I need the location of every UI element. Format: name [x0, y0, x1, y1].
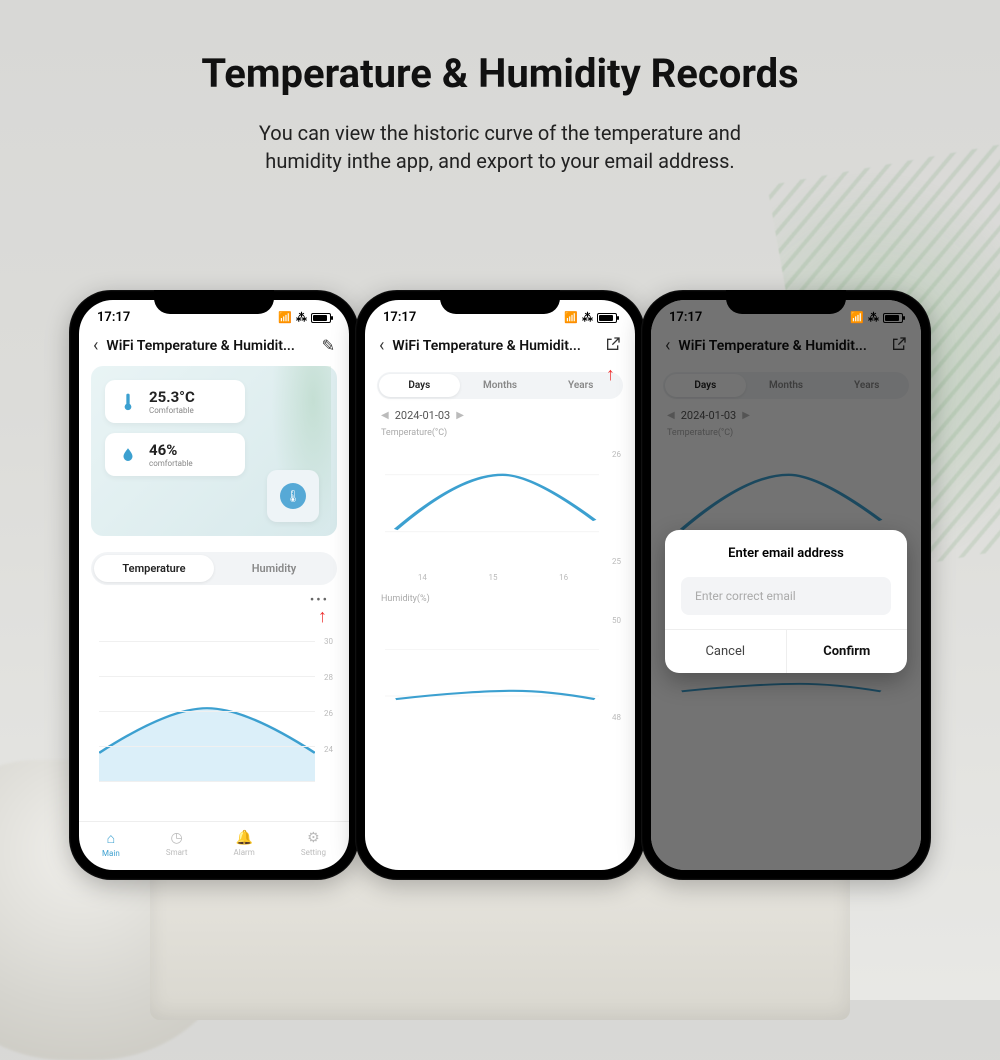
segment-temperature[interactable]: Temperature: [94, 555, 214, 582]
nav-bar: ‹ WiFi Temperature & Humidit...: [365, 329, 635, 366]
callout-arrow-icon: ↑: [318, 606, 327, 627]
segment-years[interactable]: Years: [826, 374, 907, 397]
range-segment: Days Months Years: [377, 372, 623, 399]
confirm-button[interactable]: Confirm: [787, 630, 908, 673]
cancel-button[interactable]: Cancel: [665, 630, 787, 673]
humidity-history-chart[interactable]: 50 48: [377, 610, 623, 740]
tab-smart[interactable]: ◷Smart: [166, 830, 188, 858]
email-export-modal: Enter email address Enter correct email …: [665, 530, 907, 673]
nav-title: WiFi Temperature & Humidit...: [678, 338, 883, 354]
selected-date: 2024-01-03: [681, 409, 737, 422]
humidity-section-label: Humidity(%): [365, 592, 635, 606]
bell-icon: 🔔: [235, 830, 252, 846]
notch: [154, 290, 274, 314]
home-icon: ⌂: [107, 830, 115, 847]
segment-days[interactable]: Days: [665, 374, 746, 397]
range-segment: Days Months Years: [663, 372, 909, 399]
signal-icon: [850, 310, 864, 325]
back-icon[interactable]: ‹: [93, 335, 98, 356]
chevron-left-icon[interactable]: ◀: [381, 410, 389, 421]
chevron-right-icon[interactable]: ▶: [456, 410, 464, 421]
notch: [726, 290, 846, 314]
email-field[interactable]: Enter correct email: [681, 577, 891, 615]
temperature-value: 25.3°C: [149, 388, 195, 406]
segment-months[interactable]: Months: [460, 374, 541, 397]
tab-setting[interactable]: ⚙Setting: [301, 830, 326, 858]
signal-icon: [278, 310, 292, 325]
chart-yticks: 30 28 26 24: [324, 637, 333, 781]
phone-export-modal-screen: 17:17 ‹ WiFi Temperature & Humidit... Da…: [641, 290, 931, 880]
battery-icon: [597, 313, 617, 323]
tab-main[interactable]: ⌂Main: [102, 830, 120, 858]
wifi-icon: [296, 310, 307, 325]
tab-alarm[interactable]: 🔔Alarm: [234, 830, 255, 858]
temperature-section-label: Temperature(°C): [651, 426, 921, 440]
segment-humidity[interactable]: Humidity: [214, 555, 334, 582]
phone-history-screen: 17:17 ‹ WiFi Temperature & Humidit... ↑ …: [355, 290, 645, 880]
status-time: 17:17: [383, 310, 416, 325]
temperature-history-chart[interactable]: 26 25 14 15 16: [377, 444, 623, 584]
signal-icon: [564, 310, 578, 325]
clock-icon: ◷: [171, 830, 183, 846]
chevron-right-icon[interactable]: ▶: [742, 410, 750, 421]
status-time: 17:17: [97, 310, 130, 325]
humidity-value: 46%: [149, 441, 193, 459]
chevron-left-icon[interactable]: ◀: [667, 410, 675, 421]
phone-main-screen: 17:17 ‹ WiFi Temperature & Humidit... ✎ …: [69, 290, 359, 880]
selected-date: 2024-01-03: [395, 409, 451, 422]
export-icon[interactable]: [605, 336, 621, 356]
page-title: Temperature & Humidity Records: [0, 0, 1000, 97]
modal-title: Enter email address: [665, 530, 907, 571]
metric-segment: Temperature Humidity: [91, 552, 337, 585]
device-illustration: 🌡: [267, 470, 319, 522]
temperature-status: Comfortable: [149, 406, 195, 415]
nav-bar: ‹ WiFi Temperature & Humidit...: [651, 329, 921, 366]
nav-title: WiFi Temperature & Humidit...: [106, 338, 313, 354]
gear-icon: ⚙: [307, 830, 320, 846]
temperature-card[interactable]: 25.3°C Comfortable: [105, 380, 245, 423]
status-icons: [278, 310, 331, 325]
segment-months[interactable]: Months: [746, 374, 827, 397]
segment-days[interactable]: Days: [379, 374, 460, 397]
humidity-status: comfortable: [149, 459, 193, 468]
droplet-icon: [117, 444, 139, 466]
nav-bar: ‹ WiFi Temperature & Humidit... ✎: [79, 329, 349, 366]
temperature-section-label: Temperature(°C): [365, 426, 635, 440]
wifi-icon: [868, 310, 879, 325]
summary-panel: 25.3°C Comfortable 46% comfortable 🌡: [91, 366, 337, 536]
export-icon[interactable]: [891, 336, 907, 356]
wifi-icon: [582, 310, 593, 325]
edit-icon[interactable]: ✎: [322, 336, 335, 355]
battery-icon: [883, 313, 903, 323]
humidity-card[interactable]: 46% comfortable: [105, 433, 245, 476]
date-selector[interactable]: ◀ 2024-01-03 ▶: [651, 405, 921, 426]
date-selector[interactable]: ◀ 2024-01-03 ▶: [365, 405, 635, 426]
notch: [440, 290, 560, 314]
page-subtitle: You can view the historic curve of the t…: [0, 119, 1000, 175]
tab-bar: ⌂Main ◷Smart 🔔Alarm ⚙Setting: [79, 821, 349, 870]
back-icon[interactable]: ‹: [379, 335, 384, 356]
thermometer-icon: [117, 391, 139, 413]
status-time: 17:17: [669, 310, 702, 325]
battery-icon: [311, 313, 331, 323]
temperature-chart[interactable]: 30 28 26 24: [79, 627, 349, 821]
back-icon[interactable]: ‹: [665, 335, 670, 356]
nav-title: WiFi Temperature & Humidit...: [392, 338, 597, 354]
callout-arrow-icon: ↑: [606, 364, 615, 385]
